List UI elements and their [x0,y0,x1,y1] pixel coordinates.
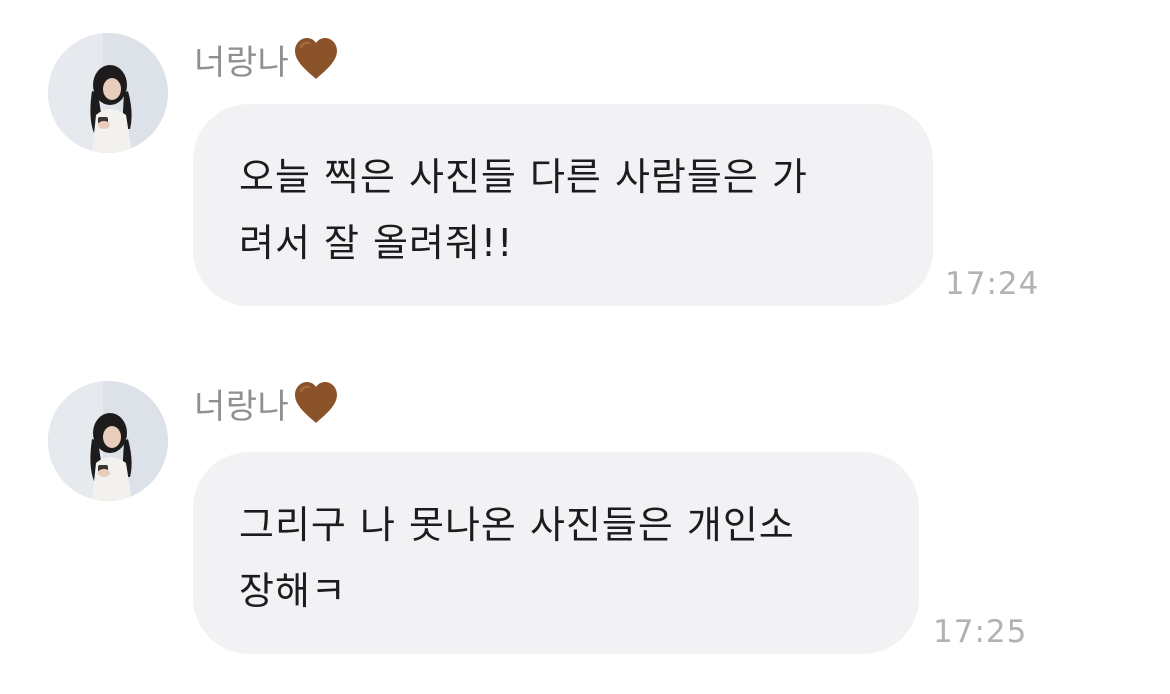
message-text-line: 그리구 나 못나온 사진들은 개인소 [239,503,795,547]
chat-message: 너랑나 오늘 찍은 사진들 다른 사람들은 가 려서 잘 올려줘!! 17:24 [0,0,1170,330]
message-bubble[interactable]: 오늘 찍은 사진들 다른 사람들은 가 려서 잘 올려줘!! [193,104,933,306]
sender-name[interactable]: 너랑나 [194,35,289,84]
message-timestamp: 17:25 [933,614,1028,650]
avatar[interactable] [48,33,168,153]
avatar[interactable] [48,381,168,501]
sender-name[interactable]: 너랑나 [194,379,289,428]
message-text-line: 장해ㅋ [239,569,347,613]
chat-message: 너랑나 그리구 나 못나온 사진들은 개인소 장해ㅋ 17:25 [0,348,1170,694]
profile-photo-icon [48,33,168,153]
sender-header: 너랑나 [194,377,341,429]
profile-photo-icon [48,381,168,501]
brown-heart-icon [295,382,338,423]
message-timestamp: 17:24 [945,266,1040,302]
message-text-line: 려서 잘 올려줘!! [239,221,514,265]
brown-heart-icon [295,38,338,79]
message-text-line: 오늘 찍은 사진들 다른 사람들은 가 [239,155,808,199]
message-bubble[interactable]: 그리구 나 못나온 사진들은 개인소 장해ㅋ [193,452,919,654]
sender-header: 너랑나 [194,33,341,85]
